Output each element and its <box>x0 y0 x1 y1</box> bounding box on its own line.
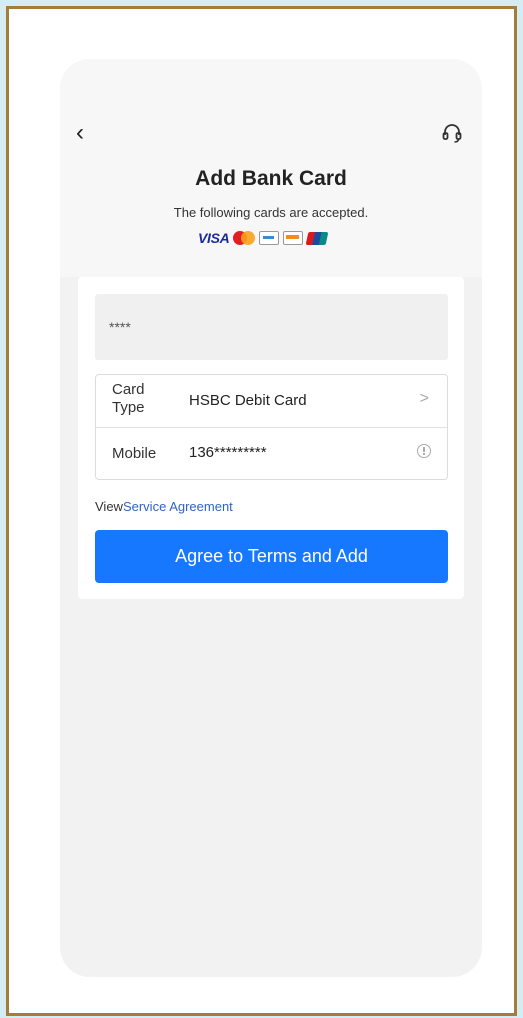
agreement-prefix: View <box>95 499 123 514</box>
card-type-row[interactable]: Card Type HSBC Debit Card > <box>96 375 447 428</box>
accepted-cards-text: The following cards are accepted. <box>173 205 369 220</box>
page-title: Add Bank Card <box>195 167 347 190</box>
chevron-right-icon: > <box>419 390 429 407</box>
service-agreement-link[interactable]: Service Agreement <box>123 499 233 514</box>
chevron-left-icon: ‹ <box>76 119 84 146</box>
card-details-box: Card Type HSBC Debit Card > Mobile 136**… <box>95 374 448 480</box>
mastercard-icon <box>233 231 256 245</box>
visa-logo: VISA <box>198 230 230 246</box>
mobile-label: Mobile <box>112 445 157 462</box>
card-type-value: HSBC Debit Card <box>189 392 307 409</box>
card-form-panel: Card Type HSBC Debit Card > Mobile 136**… <box>78 277 464 599</box>
amex-icon <box>259 231 280 245</box>
mobile-row[interactable]: Mobile 136********* <box>96 427 447 479</box>
unionpay-icon <box>306 231 329 245</box>
customer-service-button[interactable] <box>440 121 464 145</box>
headset-icon <box>442 124 462 143</box>
agree-and-add-button[interactable]: Agree to Terms and Add <box>95 530 448 583</box>
back-button[interactable]: ‹ <box>76 121 96 145</box>
agreement-line: ViewService Agreement <box>95 499 233 514</box>
header: ‹ Add Bank Card The following cards are … <box>60 59 482 277</box>
accepted-cards-logos: VISA <box>198 229 329 247</box>
discover-icon <box>283 231 304 245</box>
card-number-input[interactable] <box>95 294 448 360</box>
phone-screen: ‹ Add Bank Card The following cards are … <box>60 59 482 977</box>
outer-frame: ‹ Add Bank Card The following cards are … <box>6 6 517 1016</box>
info-icon[interactable] <box>417 444 431 458</box>
card-type-label: Card Type <box>112 381 145 416</box>
mobile-value: 136********* <box>189 444 267 461</box>
